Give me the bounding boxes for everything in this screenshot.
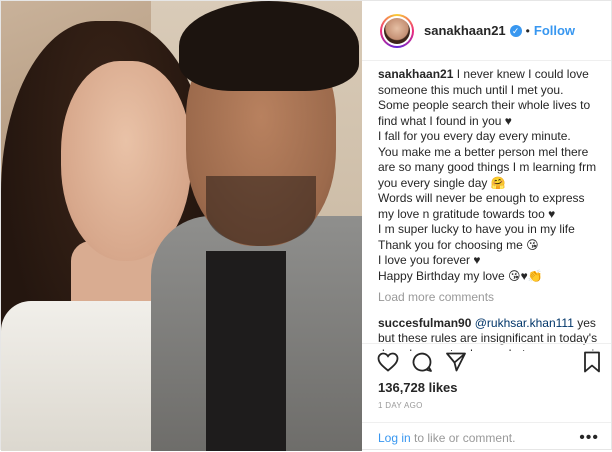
post-sidebar: sanakhaan21 ✓ • Follow sanakhaan21 I nev… xyxy=(362,1,611,451)
caption-line-5: I m super lucky to have you in my life xyxy=(378,222,575,236)
photo-man-shirt xyxy=(206,251,286,451)
heart-icon[interactable] xyxy=(376,350,400,374)
share-icon[interactable] xyxy=(444,350,468,374)
post-actions: 136,728 likes 1 DAY AGO Log in to like o… xyxy=(362,343,611,451)
photo-man-beard xyxy=(206,176,316,246)
avatar-image xyxy=(384,17,410,44)
login-prompt-text: to like or comment. xyxy=(414,431,516,445)
likes-count[interactable]: 136,728 likes xyxy=(378,380,458,395)
caption-line-7: I love you forever ♥ xyxy=(378,253,481,267)
verified-badge-icon: ✓ xyxy=(509,24,522,37)
photo-man-hair xyxy=(179,1,359,91)
avatar[interactable] xyxy=(380,13,414,48)
comments-section: sanakhaan21 I never knew I could love so… xyxy=(378,67,602,351)
caption-line-8: Happy Birthday my love 😘♥👏 xyxy=(378,268,543,283)
login-prompt: Log in to like or comment. ••• xyxy=(362,422,611,452)
follow-button[interactable]: Follow xyxy=(534,23,575,38)
caption-username[interactable]: sanakhaan21 xyxy=(378,67,453,81)
comment-mention-link[interactable]: @rukhsar.khan111 xyxy=(475,316,574,330)
header-separator: • xyxy=(525,23,530,38)
login-link[interactable]: Log in xyxy=(378,431,411,445)
action-icons-row xyxy=(376,350,604,376)
header-username[interactable]: sanakhaan21 xyxy=(424,23,506,38)
instagram-post: sanakhaan21 ✓ • Follow sanakhaan21 I nev… xyxy=(0,0,612,451)
caption-line-3: You make me a better person mel there ar… xyxy=(378,144,597,190)
comment-username[interactable]: succesfulman90 xyxy=(378,316,471,330)
caption-line-2: I fall for you every day every minute. xyxy=(378,129,571,143)
load-more-comments-button[interactable]: Load more comments xyxy=(378,290,602,306)
bookmark-icon[interactable] xyxy=(580,350,604,374)
post-photo[interactable] xyxy=(1,1,362,451)
post-header: sanakhaan21 ✓ • Follow xyxy=(362,1,611,61)
caption-line-4: Words will never be enough to express my… xyxy=(378,191,585,221)
post-timestamp: 1 DAY AGO xyxy=(378,401,423,410)
caption: sanakhaan21 I never knew I could love so… xyxy=(378,67,602,284)
more-options-icon[interactable]: ••• xyxy=(579,429,599,447)
caption-line-6: Thank you for choosing me 😘 xyxy=(378,237,539,252)
caption-line-1: Some people search their whole lives to … xyxy=(378,98,591,128)
comment-icon[interactable] xyxy=(410,350,434,374)
